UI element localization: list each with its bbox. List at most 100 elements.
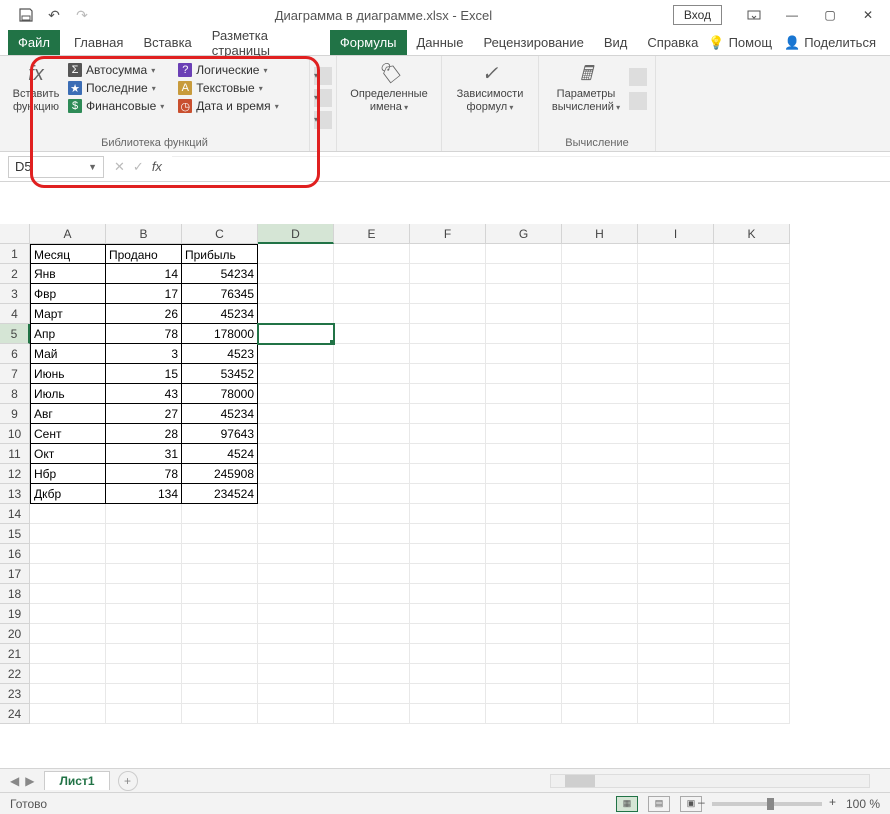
cell[interactable] (258, 704, 334, 724)
cell[interactable]: 78 (106, 324, 182, 344)
cell[interactable] (334, 504, 410, 524)
cell[interactable] (182, 704, 258, 724)
cell[interactable] (258, 544, 334, 564)
cell[interactable] (638, 444, 714, 464)
cell[interactable] (410, 564, 486, 584)
cell[interactable] (30, 504, 106, 524)
cell[interactable] (638, 624, 714, 644)
cell[interactable] (486, 524, 562, 544)
cell[interactable] (714, 304, 790, 324)
cell[interactable] (182, 564, 258, 584)
cell[interactable] (486, 604, 562, 624)
cell[interactable] (334, 324, 410, 344)
cell[interactable] (30, 604, 106, 624)
cell[interactable] (258, 384, 334, 404)
cell[interactable] (486, 644, 562, 664)
cell[interactable] (258, 424, 334, 444)
cell[interactable] (638, 664, 714, 684)
row-header[interactable]: 6 (0, 344, 30, 364)
cell[interactable] (638, 504, 714, 524)
cell[interactable] (334, 284, 410, 304)
cell[interactable] (334, 344, 410, 364)
cell[interactable] (410, 264, 486, 284)
calc-sheet-icon[interactable] (629, 92, 647, 110)
cell[interactable] (334, 484, 410, 504)
cell[interactable]: 234524 (182, 484, 258, 504)
cell[interactable] (638, 524, 714, 544)
cell[interactable] (638, 484, 714, 504)
row-header[interactable]: 12 (0, 464, 30, 484)
cell[interactable] (30, 584, 106, 604)
view-layout-icon[interactable]: ▤ (648, 796, 670, 812)
cell[interactable] (638, 644, 714, 664)
col-header[interactable]: C (182, 224, 258, 244)
cell[interactable]: 53452 (182, 364, 258, 384)
cell[interactable] (562, 424, 638, 444)
tell-me[interactable]: 💡Помощ (708, 35, 772, 51)
enter-icon[interactable]: ✓ (133, 159, 144, 175)
cell[interactable] (714, 244, 790, 264)
cell[interactable] (562, 464, 638, 484)
cell[interactable] (258, 284, 334, 304)
redo-icon[interactable]: ↷ (70, 3, 94, 27)
cell[interactable]: 245908 (182, 464, 258, 484)
cell[interactable]: Май (30, 344, 106, 364)
cell[interactable] (714, 384, 790, 404)
cell[interactable] (334, 704, 410, 724)
cell[interactable] (638, 344, 714, 364)
cell[interactable] (106, 624, 182, 644)
cell[interactable] (714, 284, 790, 304)
name-box[interactable]: D5 ▼ (8, 156, 104, 178)
row-header[interactable]: 1 (0, 244, 30, 264)
cell[interactable] (410, 284, 486, 304)
cell[interactable]: Прибыль (182, 244, 258, 264)
tab-formulas[interactable]: Формулы (330, 30, 407, 55)
cell[interactable] (562, 644, 638, 664)
cell[interactable] (410, 664, 486, 684)
row-header[interactable]: 9 (0, 404, 30, 424)
cell[interactable] (30, 684, 106, 704)
cell[interactable] (562, 604, 638, 624)
cell[interactable] (106, 704, 182, 724)
cell[interactable] (486, 564, 562, 584)
cell[interactable] (638, 464, 714, 484)
cell[interactable] (182, 544, 258, 564)
cell[interactable] (30, 564, 106, 584)
cell[interactable] (106, 524, 182, 544)
cell[interactable] (258, 644, 334, 664)
cell[interactable] (486, 704, 562, 724)
tab-file[interactable]: Файл (8, 30, 60, 55)
autosum-button[interactable]: ΣАвтосумма (64, 62, 168, 78)
cell[interactable] (30, 544, 106, 564)
cell[interactable] (410, 464, 486, 484)
signin-button[interactable]: Вход (673, 5, 722, 25)
cell[interactable] (334, 264, 410, 284)
cell[interactable] (410, 504, 486, 524)
cell[interactable] (334, 584, 410, 604)
cell[interactable] (106, 684, 182, 704)
horizontal-scrollbar[interactable] (550, 774, 870, 788)
cell[interactable] (334, 564, 410, 584)
col-header[interactable]: K (714, 224, 790, 244)
cell[interactable]: 78000 (182, 384, 258, 404)
cell[interactable] (638, 604, 714, 624)
cell[interactable]: Апр (30, 324, 106, 344)
cell[interactable]: Продано (106, 244, 182, 264)
cell[interactable] (486, 684, 562, 704)
cell[interactable] (486, 304, 562, 324)
cell[interactable] (486, 244, 562, 264)
cell[interactable] (410, 704, 486, 724)
cell[interactable]: Фвр (30, 284, 106, 304)
cell[interactable] (562, 484, 638, 504)
cell[interactable] (410, 404, 486, 424)
cell[interactable] (334, 384, 410, 404)
cell[interactable] (562, 264, 638, 284)
cell[interactable] (334, 424, 410, 444)
text-button[interactable]: AТекстовые (174, 80, 282, 96)
row-header[interactable]: 23 (0, 684, 30, 704)
row-header[interactable]: 22 (0, 664, 30, 684)
cell[interactable] (258, 304, 334, 324)
maximize-icon[interactable]: ▢ (812, 3, 848, 27)
col-header[interactable]: E (334, 224, 410, 244)
cell[interactable] (714, 484, 790, 504)
